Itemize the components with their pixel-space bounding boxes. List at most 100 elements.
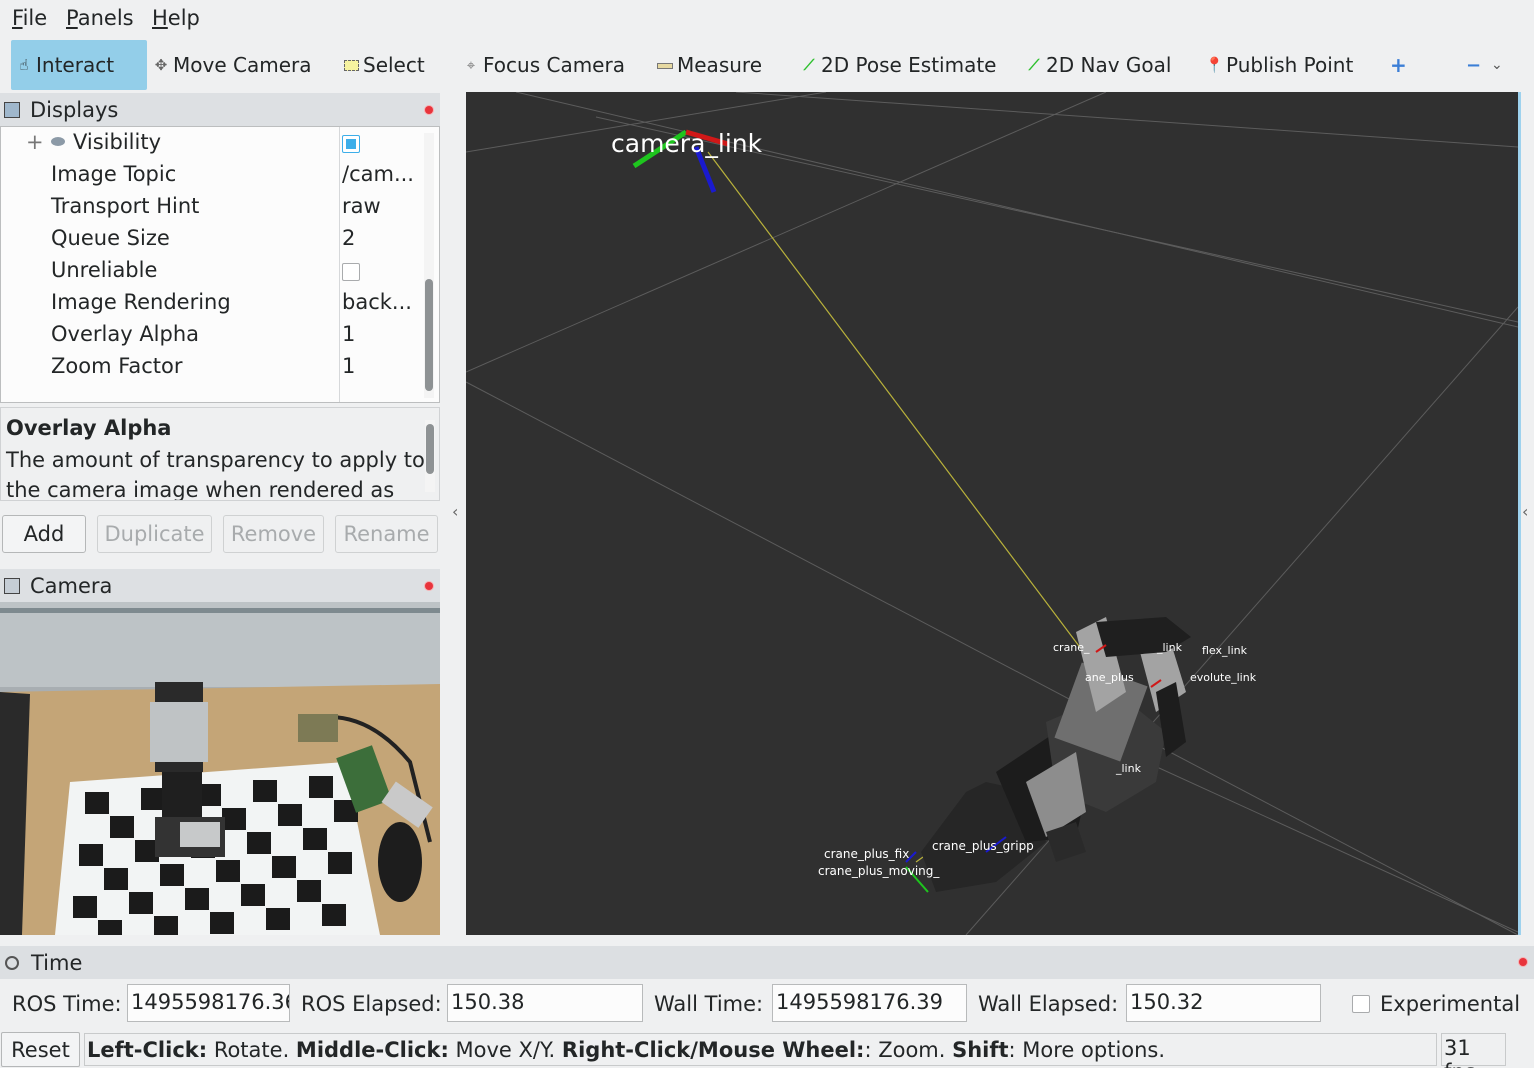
property-value[interactable]: 1 (342, 354, 355, 378)
green-arrow-icon: ⟋ (803, 56, 815, 74)
clock-icon (5, 955, 19, 970)
property-row-visibility[interactable]: + Visibility (1, 128, 419, 160)
ros-elapsed-label: ROS Elapsed: (301, 992, 442, 1016)
add-button[interactable]: Add (2, 515, 86, 553)
property-value[interactable]: back... (342, 290, 412, 314)
menu-panels[interactable]: Panels (66, 6, 134, 30)
tool-label: Move Camera (173, 53, 312, 77)
wall-time-label: Wall Time: (654, 992, 764, 1016)
link-label: crane_plus_fix (824, 847, 910, 861)
tool-move-camera[interactable]: ✥ Move Camera (148, 40, 312, 90)
experimental-checkbox[interactable] (1352, 995, 1370, 1013)
checker-square (253, 780, 277, 802)
tool-focus-camera[interactable]: ⌖ Focus Camera (458, 40, 625, 90)
ros-time-label: ROS Time: (12, 992, 122, 1016)
tool-select[interactable]: Select (338, 40, 425, 90)
displays-property-tree: + Visibility Image Topic /cam... Transpo… (0, 126, 440, 403)
checker-square (210, 912, 234, 934)
property-row-overlay-alpha[interactable]: Overlay Alpha 1 (1, 320, 419, 352)
close-icon[interactable] (425, 106, 433, 114)
property-row-queue-size[interactable]: Queue Size 2 (1, 224, 419, 256)
description-scrollbar[interactable] (425, 420, 435, 492)
tool-interact[interactable]: ☝ Interact (11, 40, 147, 90)
duplicate-button[interactable]: Duplicate (97, 515, 212, 553)
hint-text: : Zoom. (864, 1038, 953, 1062)
wall-time-field[interactable]: 1495598176.39 (772, 984, 967, 1022)
camera-image-view[interactable] (0, 602, 440, 935)
property-row-image-rendering[interactable]: Image Rendering back... (1, 288, 419, 320)
hint-key: Shift (952, 1038, 1009, 1062)
3d-render-view[interactable]: camera_link crane_ _link flex_link ane_p… (466, 92, 1518, 935)
left-dock-splitter[interactable]: ‹ (440, 92, 466, 935)
menu-file[interactable]: File (12, 6, 47, 30)
select-rectangle-icon (342, 55, 360, 75)
tool-2d-nav-goal[interactable]: ⟋ 2D Nav Goal (1021, 40, 1172, 90)
property-value[interactable]: 1 (342, 322, 355, 346)
link-label: evolute_link (1190, 671, 1257, 684)
close-icon[interactable] (425, 582, 433, 590)
menu-help[interactable]: Help (152, 6, 200, 30)
displays-panel-header: Displays (0, 93, 440, 127)
unreliable-checkbox[interactable] (342, 263, 360, 281)
property-value[interactable]: 2 (342, 226, 355, 250)
ros-time-field[interactable]: 1495598176.36 (127, 984, 290, 1022)
tool-2d-pose-estimate[interactable]: ⟋ 2D Pose Estimate (796, 40, 997, 90)
tool-label: Measure (677, 53, 762, 77)
property-row-image-topic[interactable]: Image Topic /cam... (1, 160, 419, 192)
visibility-checkbox[interactable] (342, 135, 360, 153)
property-value[interactable]: /cam... (342, 162, 414, 186)
toolbar: ☝ Interact ✥ Move Camera Select ⌖ Focus Cam… (0, 38, 1534, 90)
checker-square (272, 856, 296, 878)
property-row-transport-hint[interactable]: Transport Hint raw (1, 192, 419, 224)
collapse-right-icon[interactable]: ‹ (1522, 502, 1528, 521)
camera-image-icon (4, 578, 20, 594)
property-key: Queue Size (51, 226, 170, 250)
checker-square (185, 888, 209, 910)
tool-label: Interact (36, 53, 115, 77)
description-title: Overlay Alpha (6, 416, 172, 440)
link-label: ane_plus (1085, 671, 1134, 684)
checker-square (73, 896, 97, 918)
remove-tool-minus-icon[interactable]: − (1462, 40, 1481, 90)
collapse-left-icon[interactable]: ‹ (452, 502, 458, 521)
3d-scene (466, 92, 1518, 935)
wall-elapsed-field[interactable]: 150.32 (1126, 984, 1321, 1022)
focus-crosshair-icon: ⌖ (466, 56, 476, 74)
tree-scrollbar[interactable] (424, 133, 434, 398)
checker-square (303, 828, 327, 850)
scrollbar-thumb[interactable] (426, 424, 434, 474)
scrollbar-thumb[interactable] (425, 279, 433, 391)
wall-elapsed-label: Wall Elapsed: (978, 992, 1119, 1016)
tool-measure[interactable]: Measure (652, 40, 762, 90)
add-tool-plus-icon[interactable]: + (1386, 40, 1407, 90)
link-label: crane_ (1053, 641, 1090, 654)
property-row-zoom-factor[interactable]: Zoom Factor 1 (1, 352, 419, 384)
ros-elapsed-field[interactable]: 150.38 (447, 984, 643, 1022)
menu-bar: File Panels Help (0, 0, 1534, 38)
tool-publish-point[interactable]: 📍 Publish Point (1201, 40, 1353, 90)
right-dock-splitter[interactable]: ‹ (1518, 92, 1534, 935)
property-key: Unreliable (51, 258, 158, 282)
property-row-unreliable[interactable]: Unreliable (1, 256, 419, 288)
reset-button[interactable]: Reset (1, 1032, 80, 1067)
link-label: _link (1157, 641, 1182, 654)
close-icon[interactable] (1519, 958, 1527, 966)
panel-title: Displays (30, 98, 119, 122)
tool-label: Select (363, 53, 425, 77)
checker-square (104, 868, 128, 890)
tool-label: Focus Camera (483, 53, 625, 77)
tool-label: 2D Nav Goal (1046, 53, 1172, 77)
hint-text: : More options. (1008, 1038, 1166, 1062)
checker-square (309, 776, 333, 798)
expand-plus-icon[interactable]: + (26, 130, 44, 154)
chevron-down-icon[interactable]: ⌄ (1487, 40, 1503, 90)
checker-square (297, 880, 321, 902)
hint-key: Right-Click/Mouse Wheel: (561, 1038, 865, 1062)
hint-key: Middle-Click: (295, 1038, 449, 1062)
remove-button[interactable]: Remove (223, 515, 324, 553)
property-value[interactable]: raw (342, 194, 381, 218)
map-pin-icon: 📍 (1205, 56, 1224, 74)
rename-button[interactable]: Rename (335, 515, 438, 553)
tool-label: 2D Pose Estimate (821, 53, 997, 77)
property-key: Image Topic (51, 162, 177, 186)
